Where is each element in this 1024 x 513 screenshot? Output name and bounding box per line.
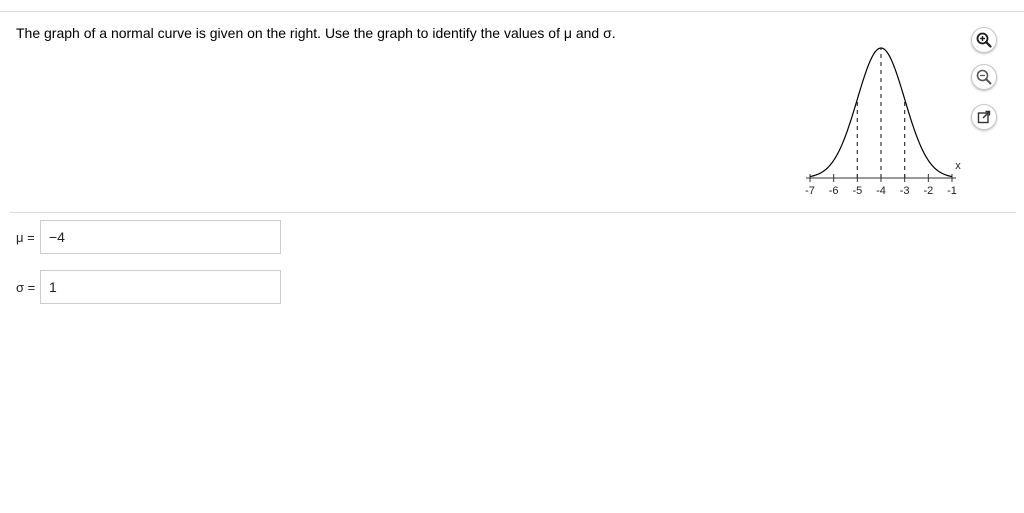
x-tick-label: -4 bbox=[876, 185, 886, 197]
mu-label: μ = bbox=[16, 229, 35, 245]
zoom-in-icon bbox=[976, 32, 992, 48]
zoom-out-icon bbox=[976, 69, 992, 85]
section-divider bbox=[10, 212, 1016, 213]
popout-button[interactable] bbox=[971, 104, 997, 130]
mu-input[interactable] bbox=[40, 220, 281, 254]
x-axis-label: x bbox=[955, 160, 961, 172]
x-tick-label: -1 bbox=[947, 185, 957, 197]
x-tick-label: -5 bbox=[852, 185, 862, 197]
zoom-in-button[interactable] bbox=[971, 27, 997, 53]
x-tick-label: -2 bbox=[923, 185, 933, 197]
top-divider bbox=[0, 11, 1024, 12]
mu-answer-row: μ = bbox=[16, 220, 281, 254]
x-tick-label: -7 bbox=[805, 185, 815, 197]
x-tick-label: -6 bbox=[829, 185, 839, 197]
zoom-out-button[interactable] bbox=[971, 64, 997, 90]
question-text: The graph of a normal curve is given on … bbox=[16, 25, 616, 41]
popout-icon bbox=[977, 110, 991, 124]
normal-curve-graph: -7 -6 -5 -4 -3 -2 -1 x bbox=[790, 40, 970, 207]
sigma-input[interactable] bbox=[40, 270, 281, 304]
x-tick-label: -3 bbox=[900, 185, 910, 197]
sigma-label: σ = bbox=[16, 279, 36, 295]
sigma-answer-row: σ = bbox=[16, 270, 281, 304]
